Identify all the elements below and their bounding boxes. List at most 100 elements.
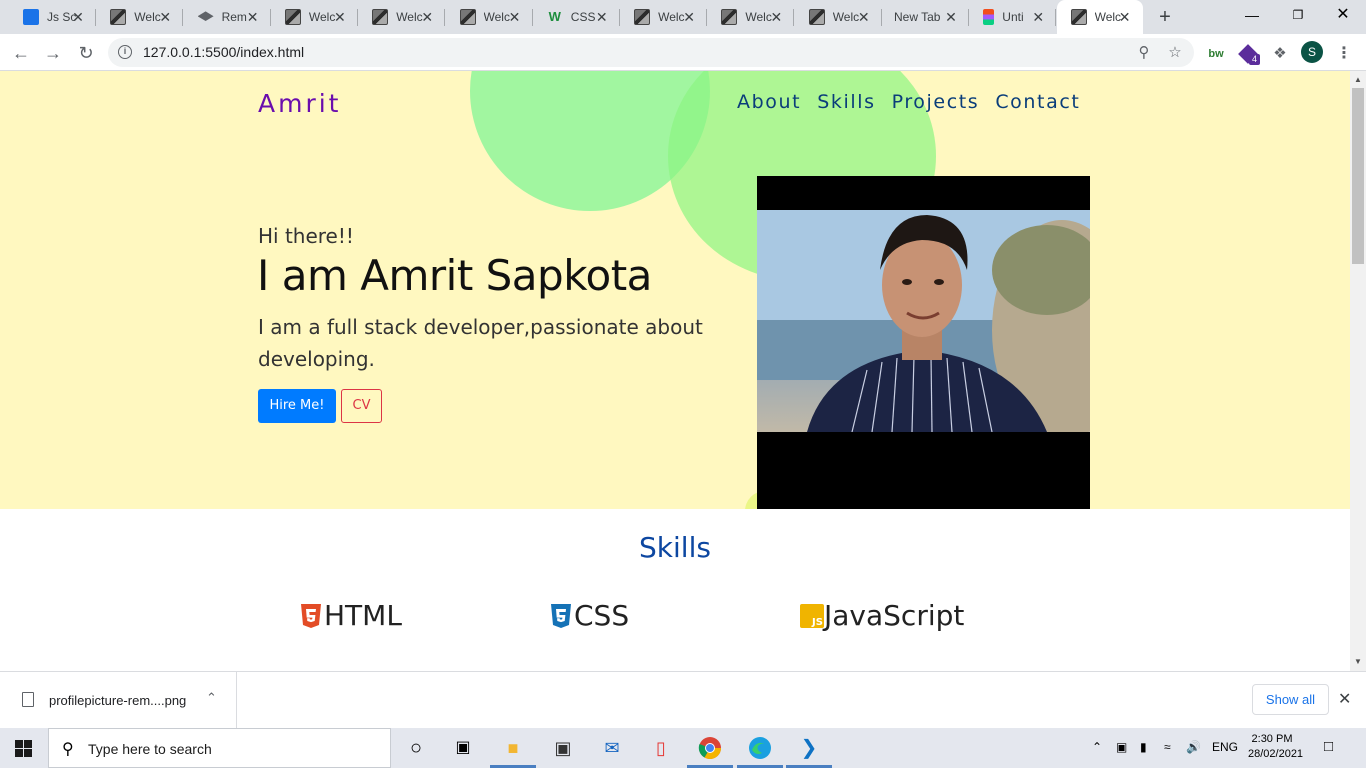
clock-date: 28/02/2021 — [1248, 748, 1304, 760]
minimize-icon[interactable]: — — [1229, 0, 1275, 30]
browser-tab[interactable]: Welc ✕ — [795, 0, 882, 34]
close-window-icon[interactable]: ✕ — [1320, 0, 1366, 30]
file-explorer-icon[interactable]: ■ — [499, 734, 527, 762]
page-scrollbar[interactable]: ▲ ▼ — [1350, 71, 1366, 671]
bitwarden-extension-icon[interactable]: bw — [1205, 43, 1227, 65]
nav-link-about[interactable]: About — [737, 91, 801, 113]
address-bar[interactable]: i 127.0.0.1:5500/index.html ⚲ ☆ — [108, 38, 1194, 67]
bookmark-star-icon[interactable]: ☆ — [1165, 43, 1185, 63]
close-tab-icon[interactable]: ✕ — [332, 9, 348, 25]
volume-icon[interactable]: 🔊 — [1186, 740, 1201, 754]
browser-tab[interactable]: Welc ✕ — [96, 0, 184, 34]
flag-icon — [23, 9, 39, 25]
scroll-down-icon[interactable]: ▼ — [1354, 657, 1362, 666]
browser-tab[interactable]: Unti ✕ — [969, 0, 1057, 34]
close-tab-icon[interactable]: ✕ — [681, 9, 697, 25]
browser-tab[interactable]: Welc ✕ — [620, 0, 708, 34]
close-tab-icon[interactable]: ✕ — [1117, 9, 1133, 25]
vscode-icon[interactable]: ❯ — [795, 734, 823, 762]
browser-tab[interactable]: Welc ✕ — [446, 0, 533, 34]
edge-icon[interactable] — [746, 734, 774, 762]
close-tab-icon[interactable]: ✕ — [943, 9, 959, 25]
new-tab-button[interactable]: + — [1154, 6, 1176, 28]
close-tab-icon[interactable]: ✕ — [245, 9, 261, 25]
image-icon — [634, 9, 651, 25]
scrollbar-thumb[interactable] — [1352, 88, 1364, 264]
hero-section: Amrit About Skills Projects Contact Hi t… — [0, 71, 1350, 509]
menu-kebab-icon[interactable]: ⋮ — [1333, 43, 1355, 65]
url-text[interactable]: 127.0.0.1:5500/index.html — [143, 44, 304, 60]
close-tab-icon[interactable]: ✕ — [419, 9, 435, 25]
forward-icon[interactable]: → — [40, 40, 66, 66]
image-icon — [459, 9, 476, 25]
browser-toolbar: ← → ↻ i 127.0.0.1:5500/index.html ⚲ ☆ — [0, 34, 1366, 71]
tab-active[interactable]: Welc ✕ — [1056, 0, 1143, 34]
hire-me-button[interactable]: Hire Me! — [258, 389, 336, 423]
hero-name-heading: I am Amrit Sapkota — [257, 251, 652, 300]
cortana-icon[interactable]: ○ — [402, 734, 430, 762]
skill-html: HTML — [300, 599, 402, 632]
back-icon[interactable]: ← — [8, 40, 34, 66]
site-nav: About Skills Projects Contact — [737, 91, 1080, 113]
site-brand[interactable]: Amrit — [258, 89, 341, 118]
battery-icon[interactable]: ▮ — [1140, 740, 1147, 754]
browser-tab[interactable]: Welc ✕ — [271, 0, 358, 34]
cv-button[interactable]: CV — [341, 389, 382, 423]
browser-tab[interactable]: W CSS ✕ — [533, 0, 620, 34]
mail-icon[interactable]: ✉ — [598, 734, 626, 762]
windows-start-icon[interactable] — [15, 740, 32, 757]
nav-link-projects[interactable]: Projects — [892, 91, 980, 113]
css3-icon — [550, 603, 572, 629]
browser-tab[interactable]: New Tab ✕ — [882, 0, 969, 34]
close-tab-icon[interactable]: ✕ — [594, 9, 610, 25]
close-tab-icon[interactable]: ✕ — [1030, 9, 1046, 25]
page-viewport: Amrit About Skills Projects Contact Hi t… — [0, 71, 1350, 671]
meet-now-icon[interactable]: ▣ — [1116, 740, 1127, 754]
task-view-icon[interactable]: ▣ — [449, 734, 477, 762]
wifi-icon[interactable]: ≈ — [1164, 740, 1171, 754]
zoom-icon[interactable]: ⚲ — [1134, 43, 1154, 63]
extension-icon[interactable]: 4 — [1237, 43, 1260, 65]
extension-badge: 4 — [1249, 54, 1260, 65]
chrome-icon[interactable] — [696, 734, 724, 762]
download-bar: profilepicture-rem....png ⌃ Show all ✕ — [0, 671, 1366, 729]
image-icon — [1070, 9, 1087, 25]
close-icon[interactable]: ✕ — [1338, 689, 1351, 709]
chevron-up-icon[interactable]: ⌃ — [1092, 740, 1102, 754]
profile-photo — [757, 176, 1090, 509]
nav-link-contact[interactable]: Contact — [995, 91, 1080, 113]
restore-icon[interactable]: ❐ — [1275, 0, 1321, 30]
taskbar-search[interactable]: ⚲ Type here to search — [48, 728, 391, 768]
language-indicator[interactable]: ENG — [1212, 740, 1238, 754]
close-tab-icon[interactable]: ✕ — [507, 9, 523, 25]
download-item[interactable]: profilepicture-rem....png ⌃ — [0, 672, 237, 729]
reload-icon[interactable]: ↻ — [73, 40, 99, 66]
office-icon[interactable]: ▯ — [647, 734, 675, 762]
search-icon: ⚲ — [62, 741, 74, 758]
figma-icon — [983, 9, 995, 25]
browser-tab[interactable]: Welc ✕ — [707, 0, 795, 34]
scroll-up-icon[interactable]: ▲ — [1354, 75, 1362, 84]
show-all-button[interactable]: Show all — [1252, 684, 1329, 715]
notifications-icon[interactable]: □ — [1324, 738, 1333, 755]
file-icon — [22, 692, 34, 707]
store-icon[interactable]: ▣ — [549, 734, 577, 762]
close-tab-icon[interactable]: ✕ — [70, 9, 86, 25]
close-tab-icon[interactable]: ✕ — [157, 9, 173, 25]
profile-avatar[interactable]: S — [1301, 41, 1323, 63]
browser-tab[interactable]: Js Sc ✕ — [9, 0, 96, 34]
w3-icon: W — [548, 9, 561, 24]
close-tab-icon[interactable]: ✕ — [856, 9, 872, 25]
puzzle-extensions-icon[interactable]: ❖ — [1269, 43, 1291, 65]
site-info-icon[interactable]: i — [118, 45, 132, 59]
browser-tab[interactable]: Rem ✕ — [184, 0, 271, 34]
search-placeholder[interactable]: Type here to search — [88, 741, 212, 757]
close-tab-icon[interactable]: ✕ — [768, 9, 784, 25]
download-filename[interactable]: profilepicture-rem....png — [49, 693, 186, 708]
system-clock[interactable]: 2:30 PM 28/02/2021 — [1248, 732, 1304, 762]
skill-javascript: JS JavaScript — [800, 599, 964, 632]
chevron-up-icon[interactable]: ⌃ — [206, 690, 217, 706]
browser-tab[interactable]: Welc ✕ — [358, 0, 446, 34]
js-icon: JS — [800, 603, 824, 629]
nav-link-skills[interactable]: Skills — [817, 91, 875, 113]
